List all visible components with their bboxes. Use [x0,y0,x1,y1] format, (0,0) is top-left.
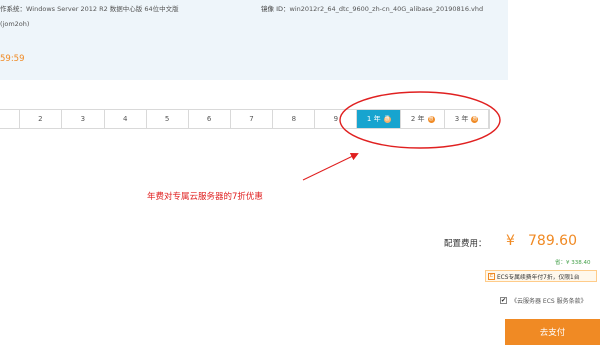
duration-label: 9 [333,115,339,123]
duration-label: 6 [206,115,212,123]
duration-option-2-years[interactable]: 2 年惠 [401,110,446,128]
duration-label: 7 [249,115,254,123]
image-id-label: 镜像 ID： [261,5,290,13]
annotation-note: 年费对专属云服务器的7折优惠 [147,192,263,202]
image-id-value: win2012r2_64_dtc_9600_zh-cn_40G_alibase_… [289,5,484,13]
promotion-text: ECS专属续费年付7折，仅限1台 [497,274,580,281]
fee-currency-symbol: ¥ [506,233,515,249]
duration-option-3-years[interactable]: 3 年惠 [445,110,490,128]
duration-option-4-months[interactable]: 4 [105,110,147,128]
os-label: 作系统： [0,5,26,13]
duration-option-5-months[interactable]: 5 [147,110,189,128]
image-id-row: 镜像 ID：win2012r2_64_dtc_9600_zh-cn_40G_al… [261,3,483,13]
duration-label: 1 年 [366,115,381,123]
duration-label: 2 年 [410,115,425,123]
duration-option-8-months[interactable]: 8 [273,110,316,128]
promotion-badge: E ECS专属续费年付7折，仅限1台 [485,270,597,282]
config-fee-amount: 789.60 [528,233,577,249]
duration-option-7-months[interactable]: 7 [231,110,274,128]
duration-option-3-months[interactable]: 3 [62,110,105,128]
duration-label: 3 [80,115,86,123]
discount-icon: 惠 [427,115,435,123]
annotation-arrow [302,152,359,181]
terms-link[interactable]: 《云服务器 ECS 服务条款》 [511,296,587,305]
savings-amount: 省：¥ 338.40 [555,260,591,266]
duration-option-9-months[interactable]: 9 [315,110,358,128]
purchase-duration-selector: 2 3 4 5 6 7 8 9 1 年惠 2 年惠 3 年惠 [0,109,490,129]
pay-button[interactable]: 去支付 [505,319,600,345]
duration-option-2-months[interactable]: 2 [20,110,62,128]
config-fee-label: 配置费用： [444,239,487,249]
duration-option-1-year[interactable]: 1 年惠 [357,110,402,128]
instance-id-fragment: (jom2oh) [0,20,30,28]
discount-icon: 惠 [383,115,391,123]
duration-option-1-month[interactable] [0,110,20,128]
os-value: Windows Server 2012 R2 数据中心版 64位中文版 [26,5,179,13]
promotion-icon: E [488,272,495,280]
duration-label: 2 [38,115,43,123]
countdown-timer: 59:59 [0,54,25,64]
terms-checkbox[interactable]: ✔ [500,297,507,304]
os-row: 作系统：Windows Server 2012 R2 数据中心版 64位中文版 [0,3,179,13]
duration-option-6-months[interactable]: 6 [189,110,231,128]
instance-info-panel: 作系统：Windows Server 2012 R2 数据中心版 64位中文版 … [0,0,508,80]
discount-icon: 惠 [471,115,479,123]
terms-agreement: ✔ 《云服务器 ECS 服务条款》 [500,296,587,305]
duration-label: 4 [123,115,128,123]
duration-label: 8 [291,115,297,123]
duration-label: 5 [164,115,170,123]
duration-label: 3 年 [454,115,469,123]
